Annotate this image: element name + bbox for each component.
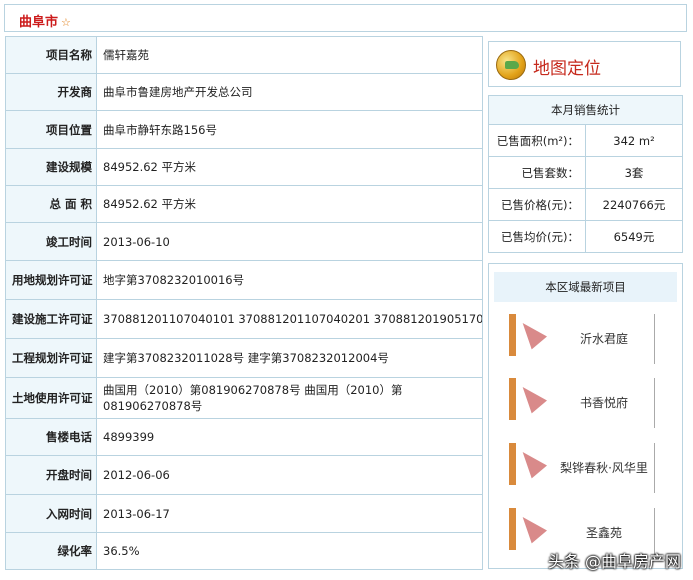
monthly-sales-table: 本月销售统计 已售面积(m²)： 342 m² 已售套数： 3套 已售价格(元)： 2… (488, 95, 683, 253)
table-row: 已售价格(元)： 2240766元 (488, 188, 683, 221)
list-item[interactable]: 沂水君庭 (509, 310, 663, 368)
sales-label: 已售价格(元)： (488, 188, 586, 221)
sales-value: 3套 (585, 156, 683, 189)
row-label: 开盘时间 (5, 455, 97, 495)
row-value: 370881201107040101 370881201107040201 37… (96, 299, 483, 339)
city-title: 曲阜市 ☆ (19, 15, 71, 30)
row-label: 项目位置 (5, 110, 97, 149)
image-placeholder-icon (509, 378, 516, 420)
map-location-button[interactable]: 地图定位 (488, 41, 681, 87)
list-item[interactable]: 梨铧春秋·风华里 (509, 439, 663, 497)
row-label: 竣工时间 (5, 222, 97, 261)
row-label: 用地规划许可证 (5, 260, 97, 300)
row-value: 建字第3708232011028号 建字第3708232012004号 (96, 338, 483, 378)
table-row: 建设规模 84952.62 平方米 (5, 148, 483, 186)
project-name: 书香悦府 (579, 396, 628, 410)
row-value: 2013-06-10 (96, 222, 483, 261)
row-label: 工程规划许可证 (5, 338, 97, 378)
row-label: 售楼电话 (5, 418, 97, 456)
table-row: 已售套数： 3套 (488, 156, 683, 189)
list-item[interactable]: 书香悦府 (509, 374, 663, 432)
page-header: 曲阜市 ☆ (4, 4, 687, 32)
row-value: 曲阜市鲁建房地产开发总公司 (96, 73, 483, 111)
sales-title: 本月销售统计 (488, 95, 683, 125)
table-row: 竣工时间 2013-06-10 (5, 222, 483, 261)
row-label: 建设规模 (5, 148, 97, 186)
table-row: 入网时间 2013-06-17 (5, 494, 483, 533)
table-row: 建设施工许可证 370881201107040101 37088120110704… (5, 299, 483, 339)
row-value: 4899399 (96, 418, 483, 456)
row-label: 项目名称 (5, 36, 97, 74)
star-icon: ☆ (61, 16, 71, 29)
sales-label: 已售面积(m²)： (488, 124, 586, 157)
row-label: 土地使用许可证 (5, 377, 97, 419)
map-location-label: 地图定位 (533, 59, 601, 79)
row-value: 儒轩嘉苑 (96, 36, 483, 74)
project-name: 圣鑫苑 (585, 526, 622, 540)
table-row: 绿化率 36.5% (5, 532, 483, 570)
row-label: 建设施工许可证 (5, 299, 97, 339)
image-placeholder-icon (509, 508, 516, 550)
row-label: 总 面 积 (5, 185, 97, 223)
row-value: 2013-06-17 (96, 494, 483, 533)
table-row: 用地规划许可证 地字第3708232010016号 (5, 260, 483, 300)
table-row: 开发商 曲阜市鲁建房地产开发总公司 (5, 73, 483, 111)
row-value: 曲国用（2010）第081906270878号 曲国用（2010）第081906… (96, 377, 483, 419)
cursor-arrow-icon (514, 445, 548, 479)
table-row: 售楼电话 4899399 (5, 418, 483, 456)
table-row: 项目位置 曲阜市静轩东路156号 (5, 110, 483, 149)
project-info-table: 项目名称 儒轩嘉苑 开发商 曲阜市鲁建房地产开发总公司 项目位置 曲阜市静轩东路156… (5, 36, 483, 570)
project-name: 梨铧春秋·风华里 (560, 461, 648, 475)
sales-value: 6549元 (585, 220, 683, 253)
row-label: 绿化率 (5, 532, 97, 570)
cursor-arrow-icon (514, 510, 548, 544)
project-name: 沂水君庭 (579, 332, 628, 346)
cursor-arrow-icon (514, 380, 548, 414)
sales-label: 已售套数： (488, 156, 586, 189)
table-row: 工程规划许可证 建字第3708232011028号 建字第370823201200… (5, 338, 483, 378)
row-value: 地字第3708232010016号 (96, 260, 483, 300)
row-label: 开发商 (5, 73, 97, 111)
row-label: 入网时间 (5, 494, 97, 533)
table-row: 已售均价(元)： 6549元 (488, 220, 683, 253)
area-projects-title: 本区域最新项目 (494, 272, 677, 302)
area-latest-projects: 本区域最新项目 沂水君庭 书香悦府 梨铧春秋·风华里 圣鑫苑 (488, 263, 683, 569)
table-row: 开盘时间 2012-06-06 (5, 455, 483, 495)
watermark: 头条 @曲阜房产网 (547, 552, 681, 571)
row-value: 2012-06-06 (96, 455, 483, 495)
row-value: 36.5% (96, 532, 483, 570)
table-row: 总 面 积 84952.62 平方米 (5, 185, 483, 223)
row-value: 84952.62 平方米 (96, 148, 483, 186)
table-row: 已售面积(m²)： 342 m² (488, 124, 683, 157)
sales-value: 2240766元 (585, 188, 683, 221)
table-row: 项目名称 儒轩嘉苑 (5, 36, 483, 74)
row-value: 84952.62 平方米 (96, 185, 483, 223)
image-placeholder-icon (509, 443, 516, 485)
cursor-arrow-icon (514, 316, 548, 350)
sales-label: 已售均价(元)： (488, 220, 586, 253)
globe-icon (496, 50, 526, 80)
table-row: 土地使用许可证 曲国用（2010）第081906270878号 曲国用（2010）… (5, 377, 483, 419)
sales-value: 342 m² (585, 124, 683, 157)
row-value: 曲阜市静轩东路156号 (96, 110, 483, 149)
image-placeholder-icon (509, 314, 516, 356)
